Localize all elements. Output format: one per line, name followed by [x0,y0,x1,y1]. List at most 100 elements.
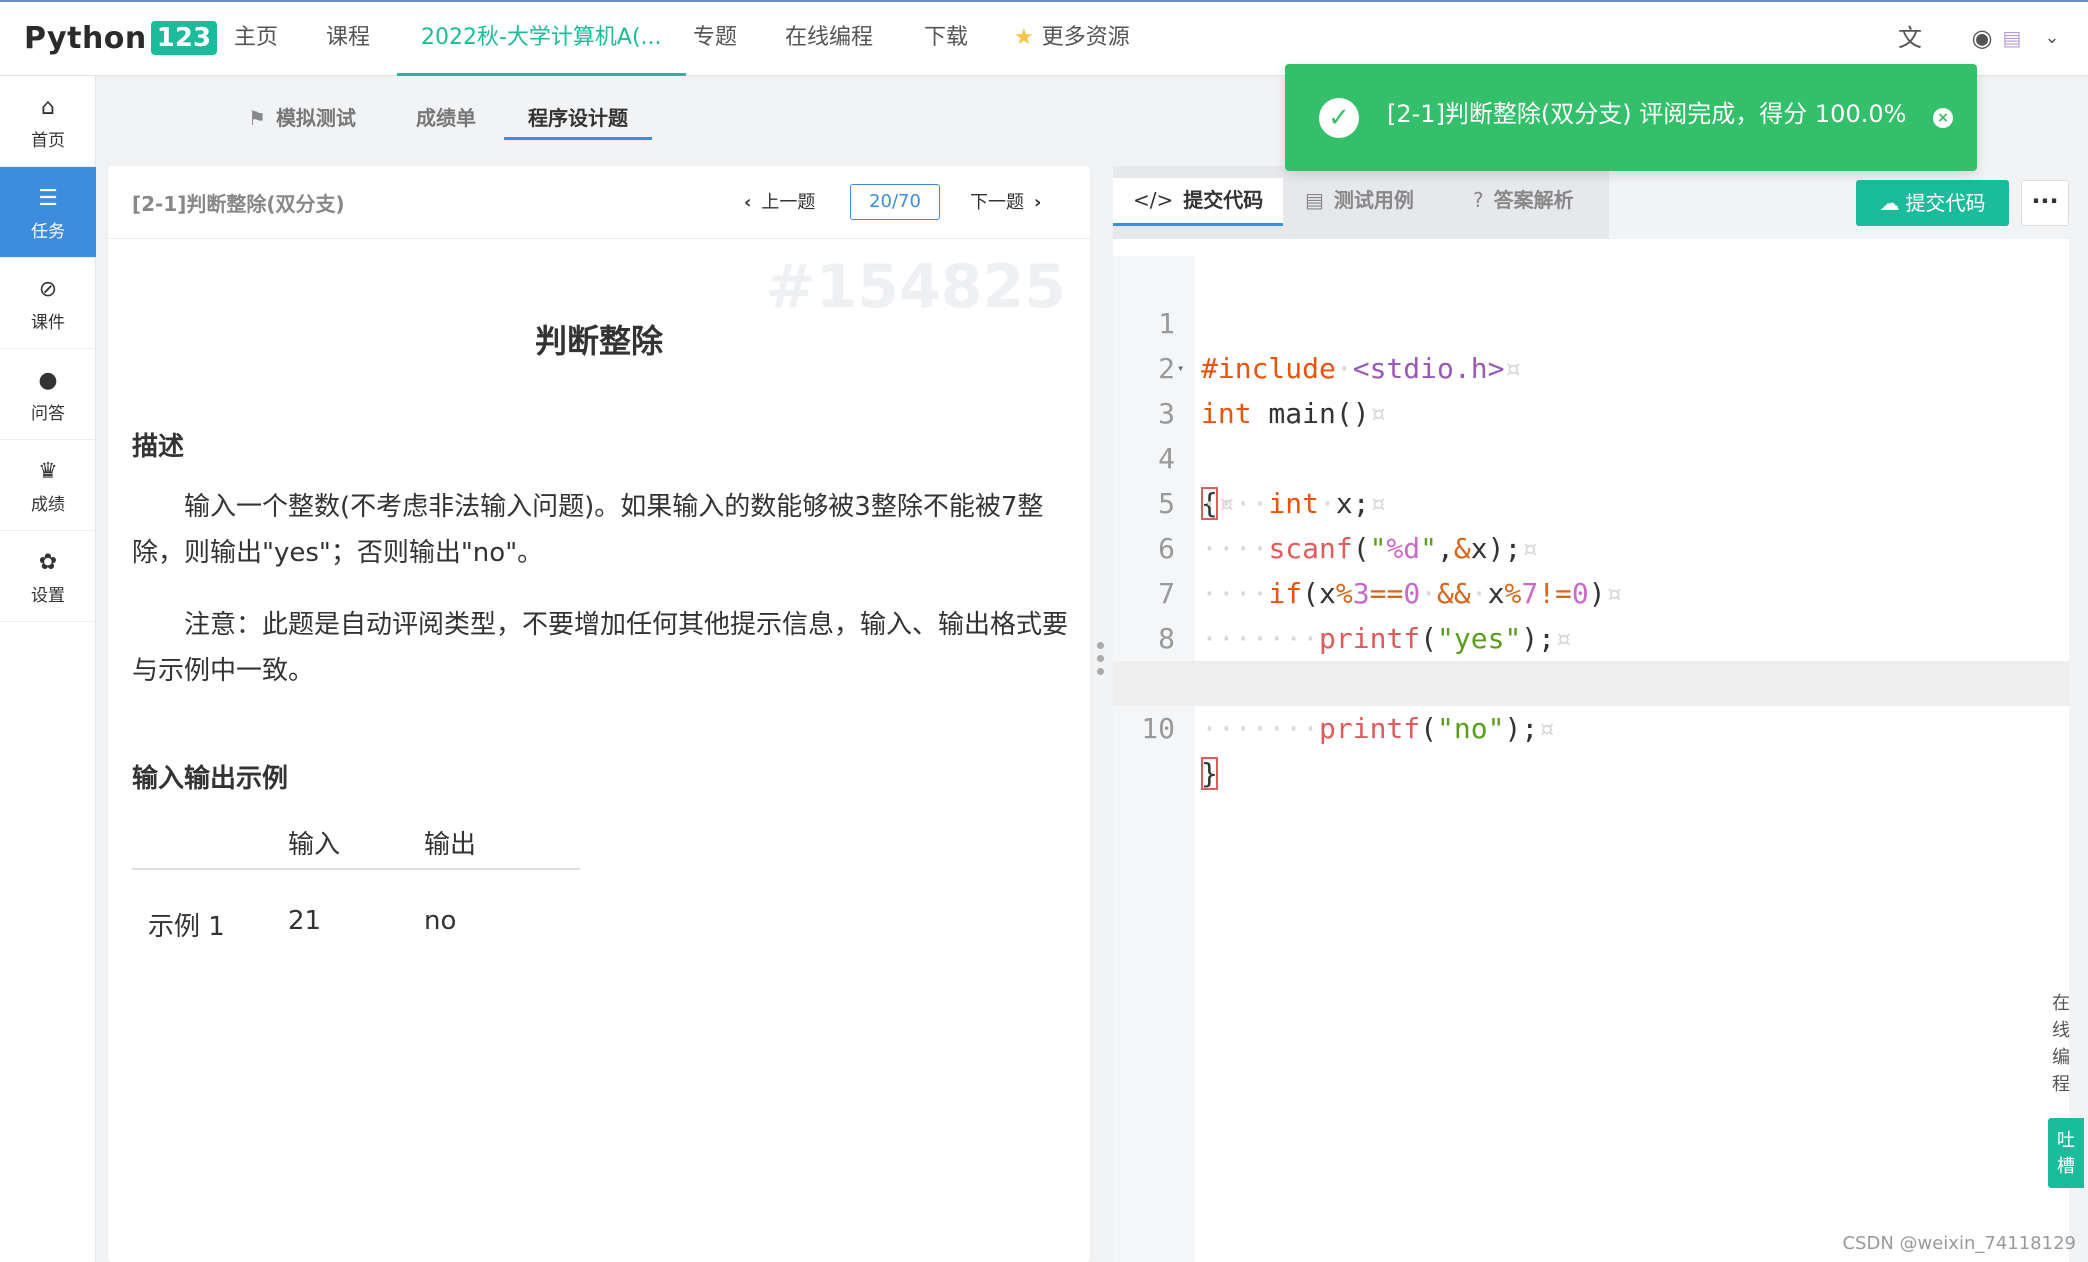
document-icon[interactable]: ▤ [1996,22,2028,54]
nav-more-resources[interactable]: ★ 更多资源 [1014,2,1130,76]
code-line: 8 ····else¤ [1113,571,2069,700]
home-icon: ⌂ [41,95,55,120]
code-line: 5 ····scanf("%d",&x);¤ [1113,436,2069,565]
chevron-left-icon: ‹ [744,192,752,213]
gear-icon: ✿ [38,550,58,575]
example-name: 示例 1 [148,912,225,942]
paperclip-icon: ⊘ [38,277,58,302]
online-coding-float[interactable]: 在线编程 [2046,990,2076,1098]
nav-courses[interactable]: 课程 [326,2,370,76]
code-line: 7 ·······printf("yes");¤ [1113,526,2069,655]
next-problem-button[interactable]: 下一题 › [970,188,1041,214]
code-text: ·······printf("no");¤ [1201,712,1556,745]
translate-icon[interactable]: 文 [1894,22,1926,54]
panel-splitter[interactable] [1094,636,1106,706]
left-sidebar: ⌂ 首页 ☰ 任务 ⊘ 课件 ● 问答 ♛ 成绩 ✿ 设置 [0,76,96,1262]
note-paragraph: 注意：此题是自动评阅类型，不要增加任何其他提示信息，输入、输出格式要与示例中一致… [132,610,1069,686]
col-input-header: 输入 [288,830,341,860]
example-output: no [424,906,457,936]
trophy-icon: ♛ [38,459,58,484]
sidebar-label: 问答 [31,404,65,424]
nav-topics[interactable]: 专题 [693,2,737,76]
splitter-dot [1096,642,1104,649]
prev-label: 上一题 [761,192,816,213]
toast-message: [2-1]判断整除(双分支) 评阅完成，得分 100.0% [1387,100,1907,128]
description-heading: 描述 [132,432,185,462]
nav-online-coding[interactable]: 在线编程 [785,2,873,76]
flag-icon: ⚑ [248,106,266,130]
submit-label: 提交代码 [1905,191,1986,215]
description-paragraph: 输入一个整数(不考虑非法输入问题)。如果输入的数能够被3整除不能被7整除，则输出… [132,492,1044,568]
sidebar-item-home[interactable]: ⌂ 首页 [0,76,96,167]
nav-home[interactable]: 主页 [234,2,278,76]
tab-transcript[interactable]: 成绩单 [416,98,476,140]
problem-header: [2-1]判断整除(双分支) ‹ 上一题 20/70 下一题 › [108,166,1090,239]
python123-logo[interactable]: Python 123 [24,16,218,60]
line-number: 10 [1141,712,1175,745]
success-toast: ✓ [2-1]判断整除(双分支) 评阅完成，得分 100.0% × [1285,64,1977,171]
sidebar-label: 设置 [31,586,65,606]
editor-tabs: </> 提交代码 ▤ 测试用例 ? 答案解析 ☁ 提交代码 ··· [1113,166,2069,239]
chat-icon: ● [38,368,58,393]
tasks-icon: ☰ [38,186,58,211]
feedback-button[interactable]: 吐槽 [2048,1118,2084,1188]
code-line: 1 #include·<stdio.h>¤ [1113,256,2069,385]
tab-programming[interactable]: 程序设计题 [504,98,652,140]
tab-answer-analysis[interactable]: ? 答案解析 [1473,178,1574,226]
list-icon: ▤ [1305,188,1324,212]
nav-current-course[interactable]: 2022秋-大学计算机A(... [397,2,686,76]
close-icon[interactable]: × [1933,108,1953,128]
tab-label: 答案解析 [1493,188,1574,212]
csdn-watermark: CSDN @weixin_74118129 [1842,1233,2076,1254]
sidebar-item-grades[interactable]: ♛ 成绩 [0,440,96,531]
logo-text: Python [24,20,147,56]
nav-more-label: 更多资源 [1041,25,1130,50]
sidebar-label: 首页 [31,131,65,151]
sidebar-item-tasks[interactable]: ☰ 任务 [0,167,96,258]
chevron-down-icon[interactable]: ⌄ [2036,22,2068,54]
user-avatar-icon[interactable]: ◉ [1966,22,1998,54]
more-options-button[interactable]: ··· [2021,180,2069,226]
question-icon: ? [1473,188,1484,212]
problem-id-watermark: #154825 [765,252,1066,322]
splitter-dot [1096,655,1104,662]
code-line: 6 ····if(x%3==0·&&·x%7!=0)¤ [1113,481,2069,610]
code-line: 2 int main()¤ [1113,301,2069,430]
code-line: 4 ····int·x;¤ [1113,391,2069,520]
tab-label: 测试用例 [1333,188,1414,212]
float-label: 在线编程 [2052,993,2070,1095]
next-label: 下一题 [970,192,1024,213]
problem-panel: [2-1]判断整除(双分支) ‹ 上一题 20/70 下一题 › #154825 判… [108,166,1090,1262]
star-icon: ★ [1014,25,1034,50]
problem-title: 判断整除 [534,322,663,360]
table-header: 输入 输出 [132,806,580,870]
sidebar-item-materials[interactable]: ⊘ 课件 [0,258,96,349]
nav-download[interactable]: 下载 [924,2,968,76]
code-line: 3 ▾ {¤ [1113,346,2069,520]
table-row: 示例 1 21 no [132,870,580,970]
io-example-heading: 输入输出示例 [132,764,289,794]
problem-header-title: [2-1]判断整除(双分支) [132,192,345,216]
editor-panel: </> 提交代码 ▤ 测试用例 ? 答案解析 ☁ 提交代码 ··· 1 #include… [1113,166,2069,1262]
tab-test-cases[interactable]: ▤ 测试用例 [1305,178,1414,226]
io-example-table: 输入 输出 示例 1 21 no [132,806,580,970]
sidebar-item-qa[interactable]: ● 问答 [0,349,96,440]
tab-mock-test[interactable]: ⚑ 模拟测试 [248,98,356,140]
check-circle-icon: ✓ [1319,98,1359,138]
code-editor[interactable]: 1 #include·<stdio.h>¤ 2 int main()¤ 3 ▾ … [1113,256,2069,1262]
prev-problem-button[interactable]: ‹ 上一题 [744,188,815,214]
feedback-label: 吐槽 [2057,1130,2075,1177]
tab-label: 提交代码 [1183,188,1264,212]
code-text: } [1201,757,1218,790]
fold-arrow-icon[interactable]: ▾ [1177,346,1184,391]
sidebar-label: 课件 [31,313,65,333]
sidebar-label: 任务 [31,222,65,242]
page-indicator[interactable]: 20/70 [850,184,940,220]
tab-submit-code[interactable]: </> 提交代码 [1113,178,1284,226]
submit-code-button[interactable]: ☁ 提交代码 [1856,180,2009,226]
sidebar-item-settings[interactable]: ✿ 设置 [0,531,96,622]
splitter-dot [1096,668,1104,675]
cloud-upload-icon: ☁ [1879,191,1900,215]
code-line-current: 10 } [1113,661,2069,790]
sidebar-label: 成绩 [31,495,65,515]
